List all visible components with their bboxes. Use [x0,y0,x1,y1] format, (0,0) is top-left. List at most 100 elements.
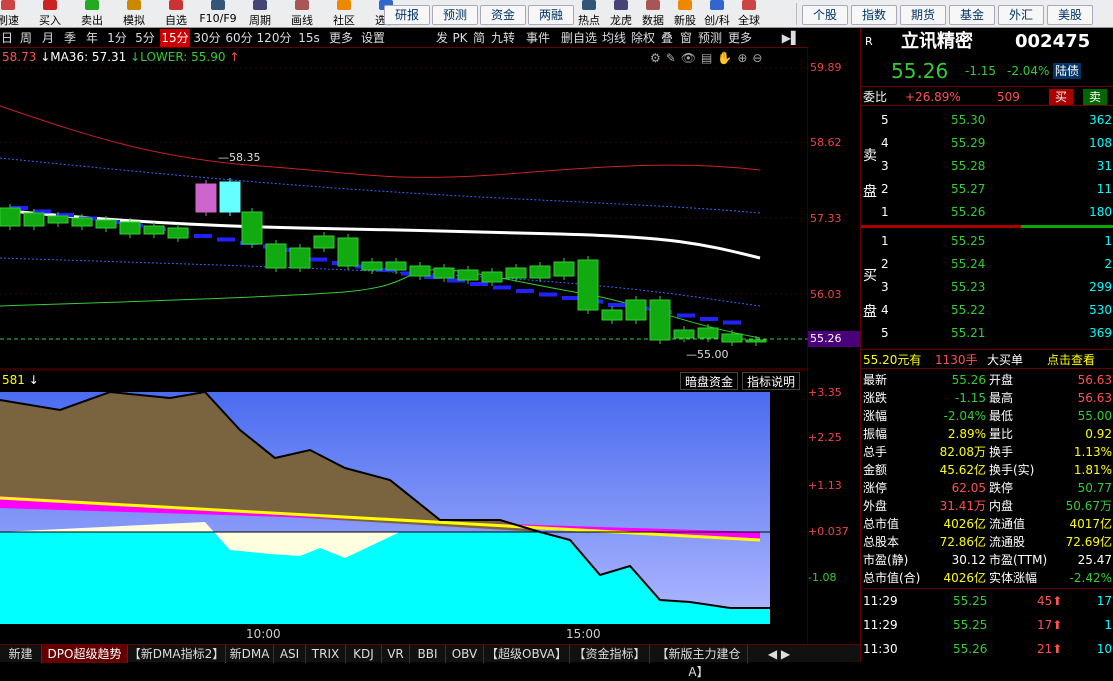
indicator-tab-6[interactable]: KDJ [346,645,382,663]
indicator-tab-1[interactable]: DPO超级趋势 [42,645,128,663]
period-4[interactable]: 年 [82,29,102,47]
market-pill-2[interactable]: 期货 [900,5,946,25]
sell-row[interactable]: 2 55.27 11 [861,180,1113,198]
toolbar-mid-button-3[interactable]: 新股 [668,0,702,27]
chart-option-8[interactable]: 叠 [658,29,676,47]
period-6[interactable]: 5分 [132,29,158,47]
big-order-link[interactable]: 点击查看 [1047,350,1095,370]
toolbar-button-1[interactable]: 买入 [28,0,72,27]
chart-option-9[interactable]: 窗 [677,29,695,47]
market-pill-1[interactable]: 指数 [851,5,897,25]
chart-option-2[interactable]: 简 [470,29,488,47]
sell-row[interactable]: 3 55.28 31 [861,157,1113,175]
toolbar-pill-1[interactable]: 预测 [432,5,478,25]
indicator-tab-4[interactable]: ASI [274,645,306,663]
toolbar-mid-button-5[interactable]: 全球 [732,0,766,27]
buy-volume: 1 [1104,234,1112,248]
toolbar-button-0[interactable]: 刷速 [0,0,30,27]
toolbar-button-2[interactable]: 卖出 [70,0,114,27]
period-7[interactable]: 15分 [160,29,190,47]
period-3[interactable]: 季 [60,29,80,47]
toolbar-button-3[interactable]: 模拟 [112,0,156,27]
indicator-tab-12[interactable]: 【新版主力建仓A】 [650,645,748,679]
buy-row[interactable]: 1 55.25 1 [861,232,1113,250]
stat-row: 总市值(合) 4026亿 实体涨幅 -2.42% [861,569,1113,587]
indicator-tab-2[interactable]: 【新DMA指标2】 [128,645,226,663]
candle-body [361,261,383,271]
toolbar-button-7[interactable]: 画线 [280,0,324,27]
buy-row[interactable]: 4 55.22 530 [861,301,1113,319]
buy-row[interactable]: 2 55.24 2 [861,255,1113,273]
period-13[interactable]: 设置 [358,29,388,47]
stat-key: 最高 [989,391,1014,405]
buy-button[interactable]: 买 [1049,89,1074,105]
chart-option-0[interactable]: 发 [434,29,450,47]
chart-option-5[interactable]: 删自选 [559,29,599,47]
indicator-tab-10[interactable]: 【超级OBVA】 [484,645,570,663]
buy-row[interactable]: 3 55.23 299 [861,278,1113,296]
toolbar-button-8[interactable]: 社区 [322,0,366,27]
market-pill-3[interactable]: 基金 [949,5,995,25]
indicator-tab-9[interactable]: OBV [446,645,484,663]
stat-key: 内盘 [989,499,1014,513]
indicator-tab-5[interactable]: TRIX [306,645,346,663]
period-1[interactable]: 周 [16,29,36,47]
market-pill-4[interactable]: 外汇 [998,5,1044,25]
period-5[interactable]: 1分 [104,29,130,47]
candle-body [265,243,287,269]
tick-row[interactable]: 11:29 55.25 17⬆ 1 [861,616,1113,634]
chart-option-1[interactable]: PK [451,29,469,47]
toolbar-mid-button-4[interactable]: 创/科 [700,0,734,27]
sell-button[interactable]: 卖 [1083,89,1108,105]
period-0[interactable]: 日 [0,29,14,47]
indicator-chart[interactable]: 10:00 15:00 581 ↓ 暗盘资金 指标说明 [0,369,809,644]
toolbar-icon [678,0,692,10]
period-2[interactable]: 月 [38,29,58,47]
indicator-tab-11[interactable]: 【资金指标】 [570,645,650,663]
candlestick-chart[interactable]: —58.35 —55.00 58.73 ↓MA36: 57.31 ↓LOWER: … [0,48,809,370]
toolbar-button-4[interactable]: 自选 [154,0,198,27]
stock-code: 002475 [1015,31,1091,52]
indicator-tab-7[interactable]: VR [382,645,410,663]
sell-row[interactable]: 4 55.29 108 [861,134,1113,152]
indicator-tab-0[interactable]: 新建 [0,645,42,663]
period-8[interactable]: 30分 [192,29,222,47]
market-pill-0[interactable]: 个股 [802,5,848,25]
chart-option-3[interactable]: 九转 [489,29,517,47]
toolbar-pill-0[interactable]: 研报 [384,5,430,25]
expand-icon[interactable]: ▶▌ [776,29,806,47]
tick-count: 10 [1096,642,1112,656]
buy-row[interactable]: 5 55.21 369 [861,324,1113,342]
sell-row[interactable]: 1 55.26 180 [861,203,1113,221]
toolbar-mid-button-2[interactable]: 数据 [636,0,670,27]
indicator-tab-3[interactable]: 新DMA [226,645,274,663]
bond-badge[interactable]: 陆债 [1053,63,1082,79]
period-10[interactable]: 120分 [256,29,292,47]
chart-tool-icons[interactable]: ⚙✎👁▤✋⊕⊖ [650,51,767,65]
tab-scroll-icon[interactable]: ◀ ▶ [754,645,804,663]
period-9[interactable]: 60分 [224,29,254,47]
sell-row[interactable]: 5 55.30 362 [861,111,1113,129]
toolbar-button-6[interactable]: 周期 [238,0,282,27]
market-pill-5[interactable]: 美股 [1047,5,1093,25]
tick-row[interactable]: 11:30 55.26 21⬆ 10 [861,640,1113,658]
toolbar-pill-3[interactable]: 两融 [528,5,574,25]
period-11[interactable]: 15s [294,29,324,47]
indicator-tab-8[interactable]: BBI [410,645,446,663]
buy-level: 5 [881,326,889,340]
chart-option-11[interactable]: 更多 [725,29,755,47]
chart-option-7[interactable]: 除权 [629,29,657,47]
tick-row[interactable]: 11:29 55.25 45⬆ 17 [861,592,1113,610]
sell-price: 55.28 [951,159,986,173]
toolbar-pill-2[interactable]: 资金 [480,5,526,25]
toolbar-button-5[interactable]: F10/F9 [196,0,240,27]
period-12[interactable]: 更多 [326,29,356,47]
dark-pool-button[interactable]: 暗盘资金 [680,372,739,390]
toolbar-mid-button-0[interactable]: 热点 [572,0,606,27]
indicator-help-button[interactable]: 指标说明 [742,372,801,390]
candle-body [745,339,767,343]
toolbar-mid-button-1[interactable]: 龙虎 [604,0,638,27]
chart-option-4[interactable]: 事件 [518,29,558,47]
chart-option-6[interactable]: 均线 [600,29,628,47]
chart-option-10[interactable]: 预测 [696,29,724,47]
